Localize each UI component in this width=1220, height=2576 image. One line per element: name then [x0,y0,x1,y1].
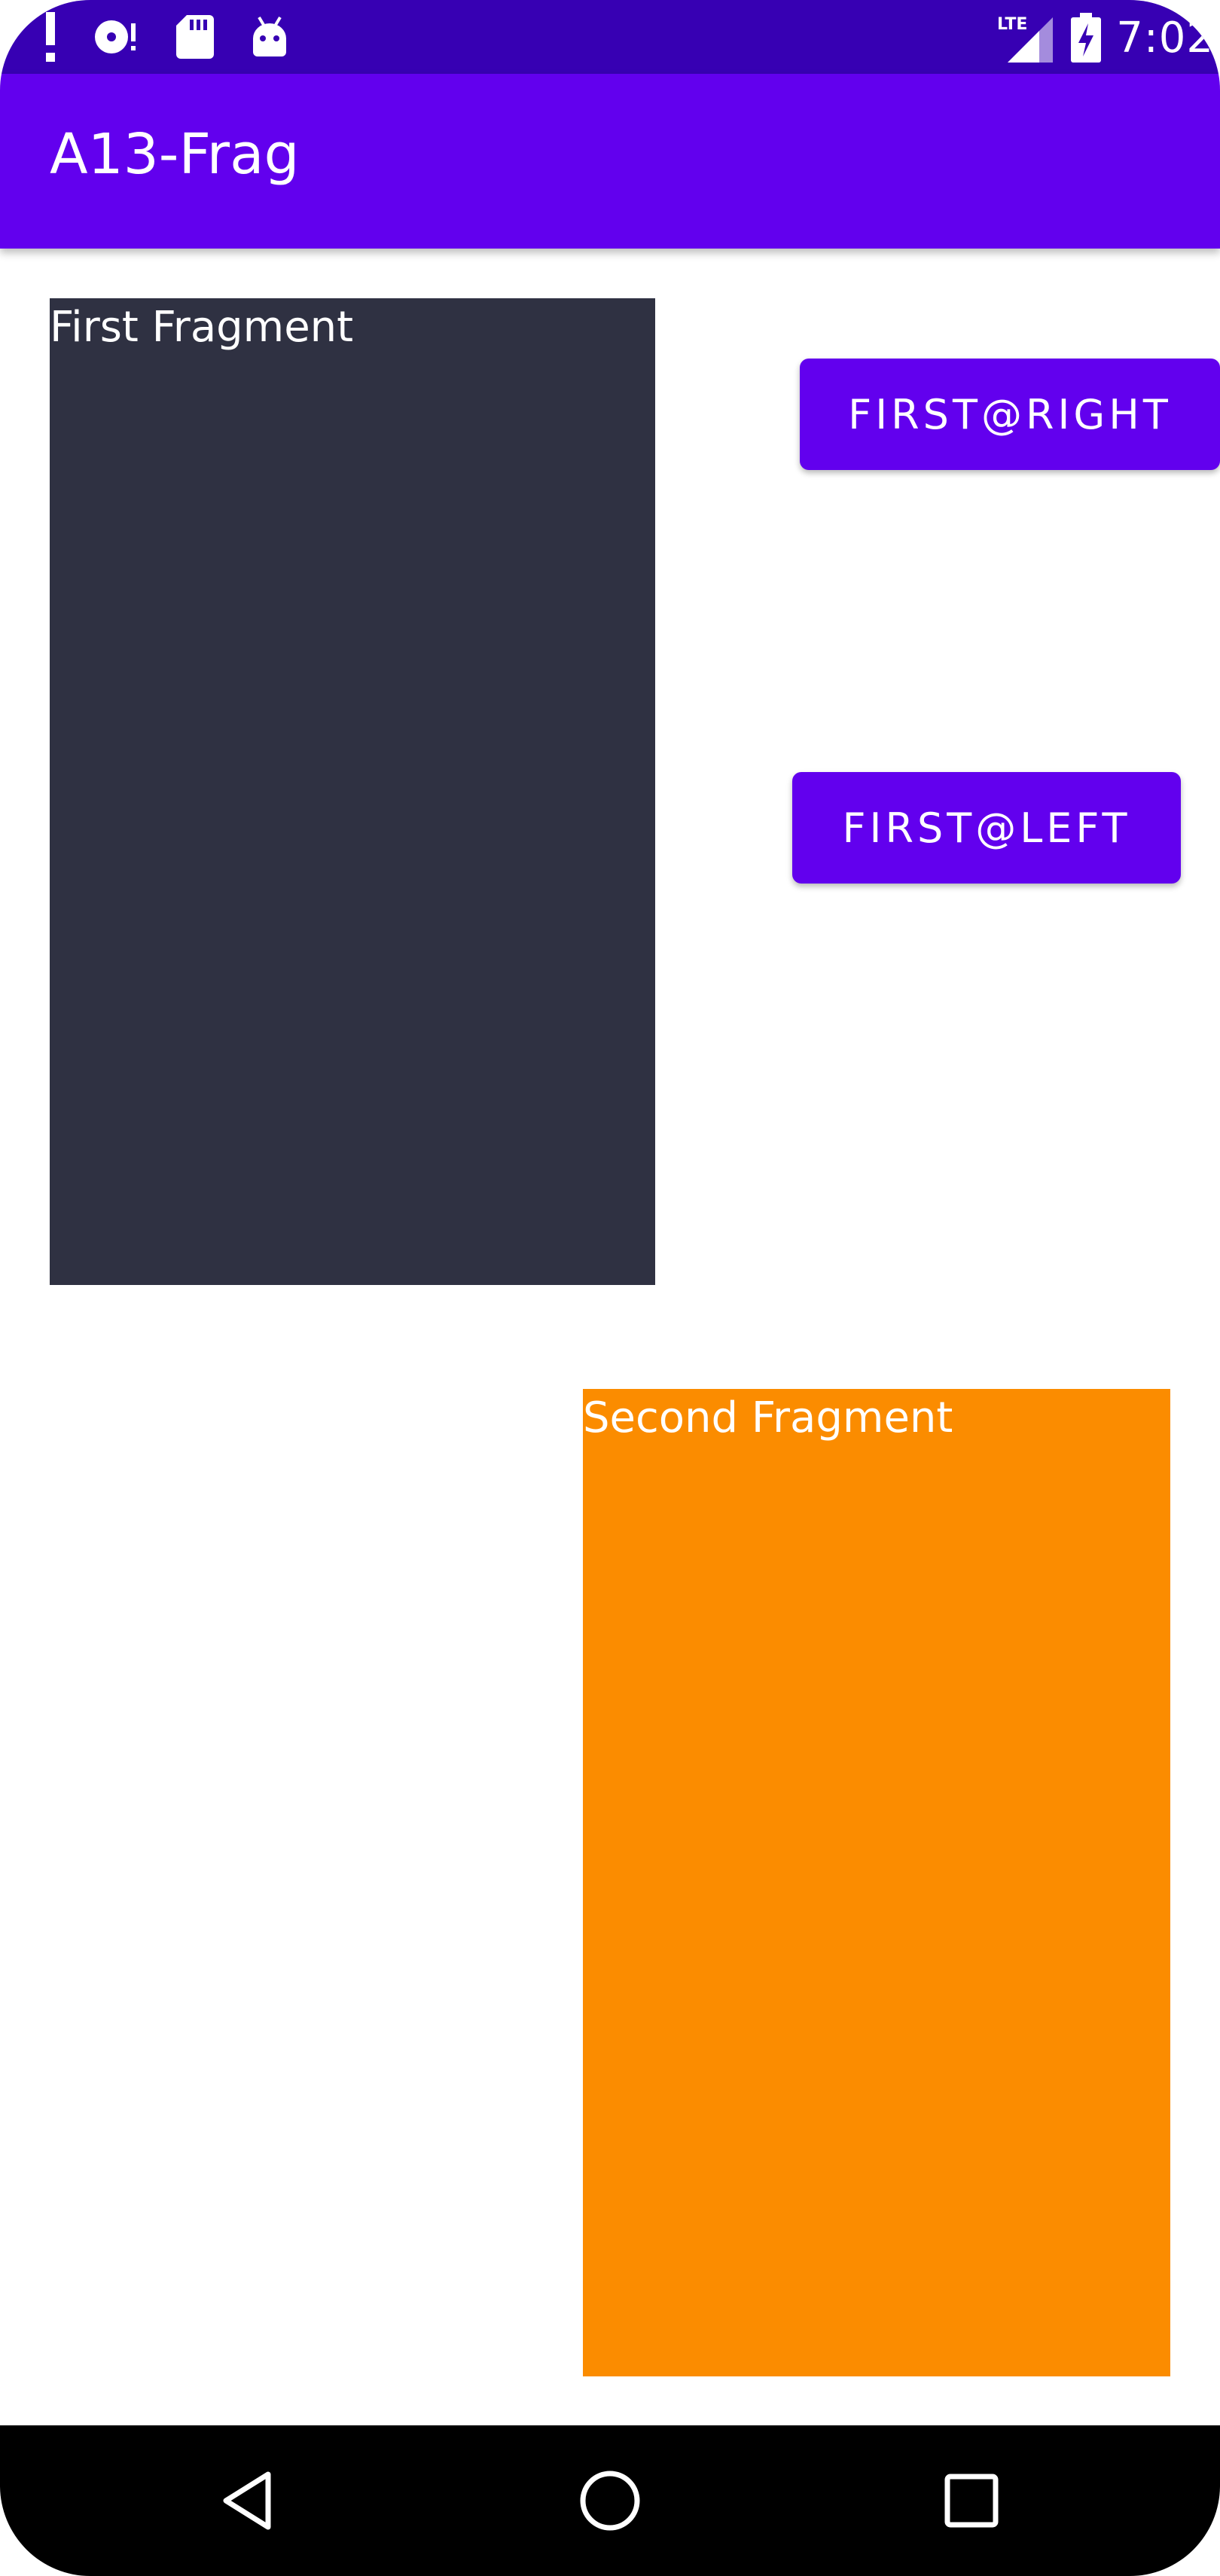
status-time: 7:02 [1116,13,1214,63]
first-fragment-label: First Fragment [50,303,354,352]
back-icon[interactable] [203,2455,294,2546]
signal-icon: LTE [997,13,1056,63]
sd-card-icon [176,12,214,62]
status-notifications [44,12,289,62]
second-fragment: Second Fragment [583,1389,1170,2376]
battery-charging-icon [1069,13,1103,63]
first-at-left-button[interactable]: FIRST@LEFT [792,772,1181,884]
phone-screen: LTE 7:02 A13-Frag First Fragment FIRST@R… [0,0,1220,2576]
app-bar: A13-Frag [0,74,1220,249]
status-bar: LTE 7:02 [0,0,1220,74]
first-at-right-button[interactable]: FIRST@RIGHT [800,359,1220,470]
first-fragment: First Fragment [50,298,655,1285]
android-icon [250,12,289,62]
navigation-bar [0,2425,1220,2576]
status-system: LTE 7:02 [997,8,1220,68]
home-icon[interactable] [565,2455,655,2546]
svg-text:LTE: LTE [997,15,1027,34]
recents-icon[interactable] [926,2455,1017,2546]
disc-icon [93,12,140,62]
alert-icon [44,12,57,62]
app-title: A13-Frag [50,122,300,187]
second-fragment-label: Second Fragment [583,1393,953,1442]
